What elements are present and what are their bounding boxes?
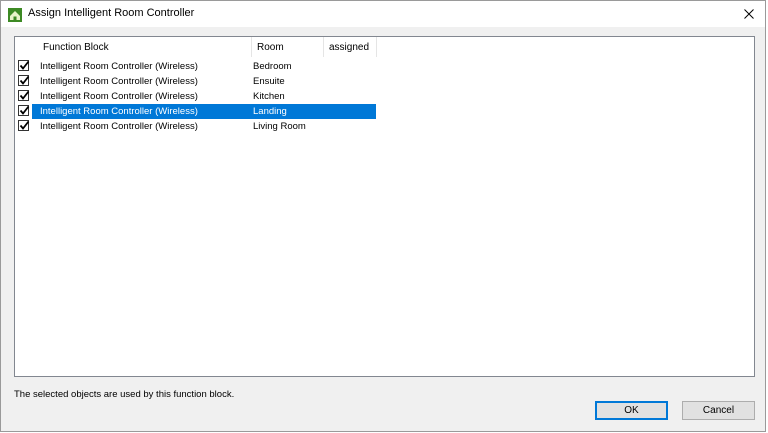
table-row-selected[interactable]: Intelligent Room Controller (Wireless) L… bbox=[15, 104, 376, 119]
function-block-cell: Intelligent Room Controller (Wireless) bbox=[40, 76, 198, 87]
function-block-cell: Intelligent Room Controller (Wireless) bbox=[40, 91, 198, 102]
cancel-button[interactable]: Cancel bbox=[682, 401, 755, 420]
column-header-assigned[interactable]: assigned bbox=[324, 37, 377, 57]
room-cell: Ensuite bbox=[253, 76, 285, 87]
row-checkbox[interactable] bbox=[18, 120, 30, 131]
room-cell: Bedroom bbox=[253, 61, 292, 72]
table-row[interactable]: Intelligent Room Controller (Wireless) B… bbox=[15, 59, 375, 74]
close-icon bbox=[744, 9, 754, 19]
row-checkbox[interactable] bbox=[18, 75, 30, 86]
column-header-room[interactable]: Room bbox=[252, 37, 324, 57]
status-text: The selected objects are used by this fu… bbox=[14, 389, 235, 400]
table-row[interactable]: Intelligent Room Controller (Wireless) E… bbox=[15, 74, 375, 89]
function-block-cell: Intelligent Room Controller (Wireless) bbox=[40, 121, 198, 132]
window-title: Assign Intelligent Room Controller bbox=[28, 7, 195, 19]
room-cell: Living Room bbox=[253, 121, 306, 132]
table-row[interactable]: Intelligent Room Controller (Wireless) L… bbox=[15, 119, 375, 134]
checkmark-icon bbox=[19, 75, 30, 85]
close-button[interactable] bbox=[733, 1, 765, 27]
function-block-cell: Intelligent Room Controller (Wireless) bbox=[40, 61, 198, 72]
dialog-window: Assign Intelligent Room Controller Funct… bbox=[0, 0, 766, 432]
checkmark-icon bbox=[19, 120, 30, 130]
room-cell: Kitchen bbox=[253, 91, 285, 102]
table-row[interactable]: Intelligent Room Controller (Wireless) K… bbox=[15, 89, 375, 104]
checkmark-icon bbox=[19, 60, 30, 70]
row-checkbox[interactable] bbox=[18, 105, 30, 116]
row-checkbox[interactable] bbox=[18, 60, 30, 71]
title-bar: Assign Intelligent Room Controller bbox=[1, 1, 765, 27]
checkmark-icon bbox=[19, 90, 30, 100]
function-block-cell: Intelligent Room Controller (Wireless) bbox=[40, 106, 198, 117]
function-block-list[interactable]: Function Block Room assigned Intelligent… bbox=[14, 36, 755, 377]
room-cell: Landing bbox=[253, 106, 287, 117]
checkmark-icon bbox=[19, 105, 30, 115]
column-header-function-block[interactable]: Function Block bbox=[38, 37, 252, 57]
app-logo-icon bbox=[8, 7, 22, 22]
row-checkbox[interactable] bbox=[18, 90, 30, 101]
ok-button[interactable]: OK bbox=[595, 401, 668, 420]
